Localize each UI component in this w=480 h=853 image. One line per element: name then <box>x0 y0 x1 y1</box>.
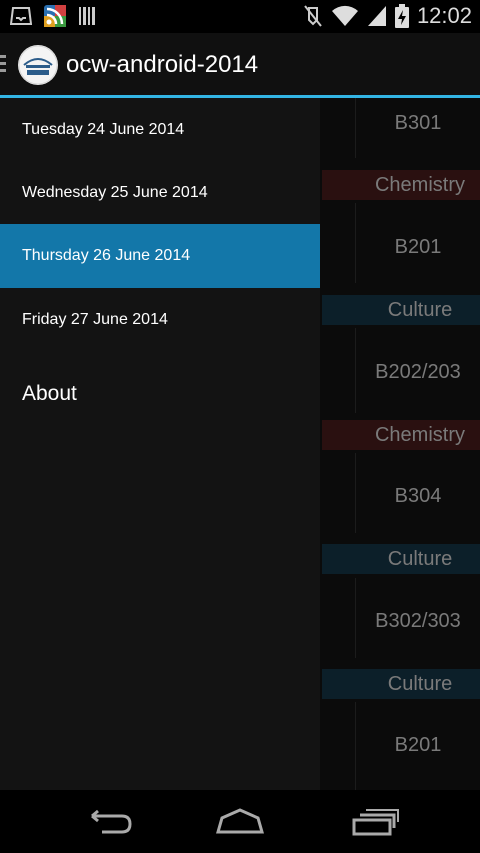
drawer-item-about[interactable]: About <box>22 382 77 406</box>
category-label: Chemistry <box>322 170 480 200</box>
signal-icon <box>367 6 386 26</box>
battery-charging-icon <box>394 4 409 28</box>
category-label: Culture <box>322 544 480 574</box>
bridge-logo-icon <box>18 45 58 85</box>
status-bar: 12:02 <box>0 0 480 33</box>
drawer-item-friday[interactable]: Friday 27 June 2014 <box>0 288 320 351</box>
category-label: Culture <box>322 295 480 325</box>
drawer-item-thursday[interactable]: Thursday 26 June 2014 <box>0 224 320 288</box>
room-label[interactable]: B301 <box>322 112 480 135</box>
room-label[interactable]: B201 <box>322 236 480 259</box>
category-label: Culture <box>322 669 480 699</box>
room-label[interactable]: B201 <box>322 734 480 757</box>
wifi-icon <box>331 5 358 26</box>
back-icon[interactable] <box>78 802 138 842</box>
room-label[interactable]: B304 <box>322 485 480 508</box>
mute-icon <box>304 5 322 27</box>
recent-apps-icon[interactable] <box>344 802 404 842</box>
drawer-item-tuesday[interactable]: Tuesday 24 June 2014 <box>0 98 320 161</box>
drawer-item-wednesday[interactable]: Wednesday 25 June 2014 <box>0 161 320 224</box>
category-label: Chemistry <box>322 420 480 450</box>
system-nav-bar <box>0 790 480 853</box>
navigation-drawer: Tuesday 24 June 2014 Wednesday 25 June 2… <box>0 98 320 790</box>
status-time: 12:02 <box>416 3 472 28</box>
home-icon[interactable] <box>210 802 270 842</box>
drawer-toggle-icon[interactable] <box>0 55 6 75</box>
rss-icon <box>44 5 66 27</box>
barcode-icon <box>79 7 95 25</box>
room-label[interactable]: B302/303 <box>322 610 480 633</box>
room-label[interactable]: B202/203 <box>322 361 480 384</box>
notification-tray-icon <box>10 7 32 25</box>
app-title: ocw-android-2014 <box>66 51 259 78</box>
action-bar: ocw-android-2014 <box>0 33 480 98</box>
app-logo[interactable] <box>18 45 58 85</box>
